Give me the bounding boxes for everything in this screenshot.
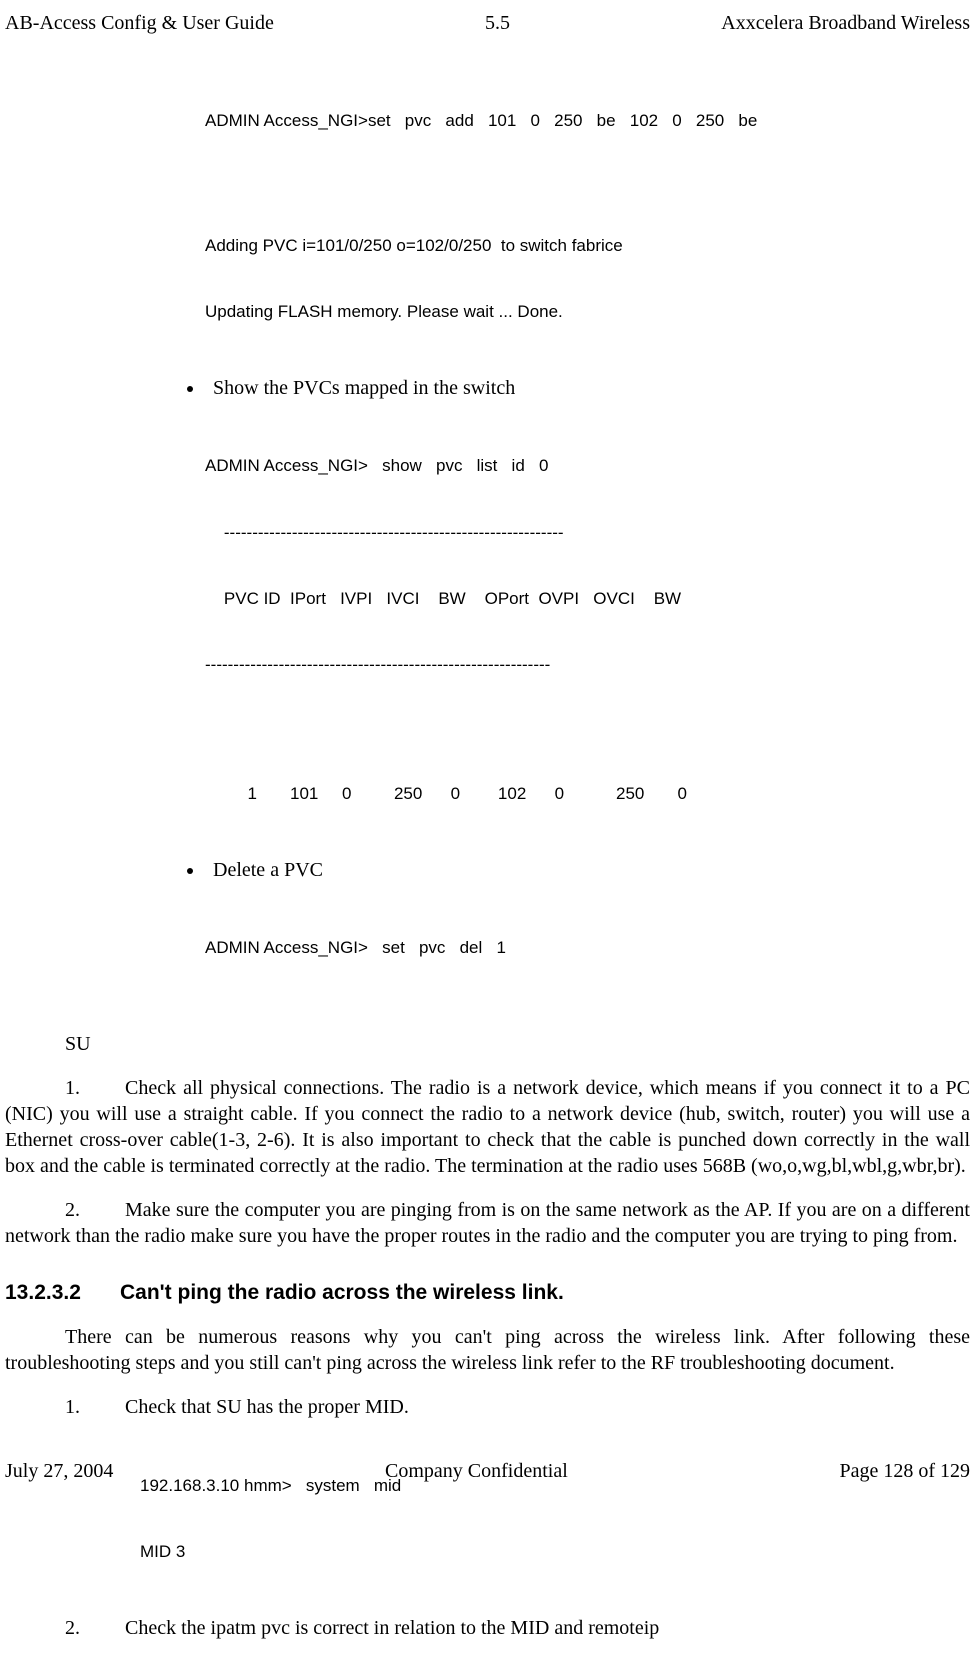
code-line: 1 101 0 250 0 102 0 250 0 [205, 783, 970, 805]
numbered-paragraph-2: 2.Make sure the computer you are pinging… [5, 1197, 970, 1249]
code-line: MID 3 [140, 1541, 970, 1563]
code-line: ADMIN Access_NGI> set pvc del 1 [205, 937, 970, 959]
section-heading: 13.2.3.2Can't ping the radio across the … [5, 1279, 970, 1306]
header-left: AB-Access Config & User Guide [5, 10, 274, 36]
footer-center: Company Confidential [385, 1458, 568, 1484]
code-block-show-pvc: ADMIN Access_NGI> show pvc list id 0 ---… [205, 411, 970, 827]
bullet-item-show-pvc: Show the PVCs mapped in the switch [205, 375, 970, 401]
bullet-list: Show the PVCs mapped in the switch [185, 375, 970, 401]
footer-right: Page 128 of 129 [839, 1458, 970, 1484]
code-block-1: ADMIN Access_NGI>set pvc add 101 0 250 b… [205, 66, 970, 345]
code-line: Adding PVC i=101/0/250 o=102/0/250 to sw… [205, 235, 970, 257]
numbered-item-2: 2.Check the ipatm pvc is correct in rela… [5, 1615, 970, 1641]
page-header: AB-Access Config & User Guide 5.5 Axxcel… [5, 10, 970, 36]
heading-number: 13.2.3.2 [5, 1279, 120, 1306]
code-line: ADMIN Access_NGI>set pvc add 101 0 250 b… [205, 110, 970, 132]
para-number: 1. [65, 1075, 125, 1101]
code-line: ----------------------------------------… [205, 522, 970, 544]
code-line: ----------------------------------------… [205, 654, 970, 676]
numbered-item-1: 1.Check that SU has the proper MID. [5, 1394, 970, 1420]
item-number: 1. [65, 1394, 125, 1420]
footer-left: July 27, 2004 [5, 1458, 113, 1484]
item-text: Check that SU has the proper MID. [125, 1396, 409, 1418]
code-line: PVC ID IPort IVPI IVCI BW OPort OVPI OVC… [205, 588, 970, 610]
bullet-text: Show the PVCs mapped in the switch [213, 377, 515, 399]
numbered-paragraph-1: 1.Check all physical connections. The ra… [5, 1075, 970, 1179]
code-line: ADMIN Access_NGI> show pvc list id 0 [205, 455, 970, 477]
header-center: 5.5 [485, 10, 510, 36]
code-block-mid: 192.168.3.10 hmm> system mid MID 3 [140, 1430, 970, 1585]
para-text: Check all physical connections. The radi… [5, 1077, 970, 1177]
bullet-item-delete-pvc: Delete a PVC [205, 857, 970, 883]
bullet-list-2: Delete a PVC [185, 857, 970, 883]
code-block-delete-pvc: ADMIN Access_NGI> set pvc del 1 [205, 893, 970, 981]
item-text: Check the ipatm pvc is correct in relati… [125, 1617, 659, 1639]
body-paragraph: There can be numerous reasons why you ca… [5, 1324, 970, 1376]
page-footer: July 27, 2004 Company Confidential Page … [5, 1458, 970, 1484]
heading-text: Can't ping the radio across the wireless… [120, 1281, 564, 1304]
code-line: Updating FLASH memory. Please wait ... D… [205, 301, 970, 323]
su-label: SU [65, 1031, 970, 1057]
item-number: 2. [65, 1615, 125, 1641]
para-number: 2. [65, 1197, 125, 1223]
header-right: Axxcelera Broadband Wireless [721, 10, 970, 36]
bullet-text: Delete a PVC [213, 859, 323, 881]
para-text: Make sure the computer you are pinging f… [5, 1199, 970, 1247]
